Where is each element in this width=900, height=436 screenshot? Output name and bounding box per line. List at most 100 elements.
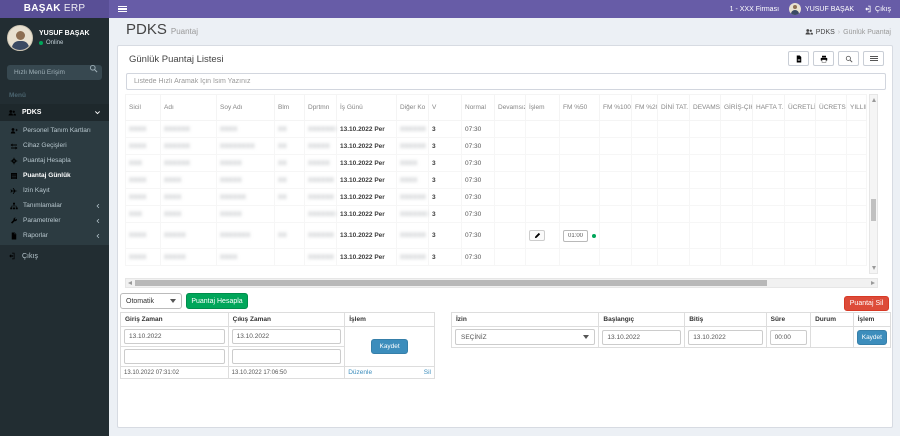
logged-entry-time: 13.10.2022 07:31:02 [120,366,229,379]
column-header[interactable]: V [428,94,462,121]
delete-timesheet-button[interactable]: Puantaj Sil [844,296,889,311]
column-header[interactable]: Sicil [125,94,161,121]
column-header[interactable]: Blm [274,94,305,121]
leave-duration-input[interactable] [769,329,808,345]
leave-start-input[interactable] [602,329,682,345]
sidebar-search-input[interactable] [7,65,102,80]
column-header[interactable]: ÜCRETSİZ [815,94,847,121]
company-label[interactable]: 1 - XXX Firması [730,6,779,13]
leave-end-input[interactable] [688,329,763,345]
table-quick-search-input[interactable] [126,73,886,90]
logo-bold: BAŞAK [23,3,61,14]
logout-icon [864,5,872,13]
table-row[interactable]: XXXX XXXX XXXXXX XX XXXXXX 13.10.2022 Per XXXX… [125,188,867,206]
chevron-left-icon [95,203,101,209]
exit-time-input-2[interactable] [231,349,342,364]
entry-time-input[interactable] [124,329,225,344]
panel-title: Günlük Puantaj Listesi [129,54,224,65]
navbar-logout-button[interactable]: Çıkış [864,5,891,13]
navbar-user[interactable]: YUSUF BAŞAK [789,3,854,15]
leave-type-select[interactable]: SEÇİNİZ [455,329,596,345]
save-leave-button[interactable]: Kaydet [856,329,887,345]
col-izin: İzin [450,312,600,327]
scroll-up-arrow[interactable] [872,98,876,102]
column-header[interactable]: Adı [160,94,217,121]
edit-link[interactable]: Düzenle [348,369,372,376]
search-icon[interactable] [89,64,98,73]
column-header[interactable]: HAFTA T. [752,94,785,121]
column-header[interactable]: DİNİ TAT. [657,94,690,121]
chevron-down-icon [94,109,101,116]
table-row[interactable]: XXXX XXXXX XXXXXXX XX XXXXXX 13.10.2022 Per XX… [125,222,867,249]
user-avatar [7,25,33,51]
column-header[interactable]: Dprtmn [304,94,337,121]
table-row[interactable]: XXXX XXXXX XXXX XXXXXX 13.10.2022 Per XXXXXX 3… [125,248,867,266]
column-header[interactable]: Normal [461,94,495,121]
column-header[interactable]: İş Günü [336,94,397,121]
overtime-50-input[interactable] [563,229,588,242]
exit-time-input[interactable] [231,329,342,344]
sidebar-item-pdks[interactable]: PDKS [0,104,109,121]
vertical-scrollbar[interactable] [869,94,878,274]
sidebar-item-raporlar[interactable]: Raporlar [0,228,109,243]
sidebar-item-cihaz-gecisleri[interactable]: Cihaz Geçişleri [0,138,109,153]
column-header[interactable]: Diğer Ko [396,94,429,121]
scroll-down-arrow[interactable] [872,266,876,270]
col-cikis-zaman: Çıkış Zaman [227,312,346,327]
col-baslangic: Başlangıç [598,312,686,327]
app-logo[interactable]: BAŞAK ERP [0,0,109,18]
search-button[interactable] [838,51,859,66]
leave-status-cell [810,326,854,348]
column-header[interactable]: GİRİŞ-ÇIK [720,94,753,121]
table-row[interactable]: XXXX XXXXXX XXXXXXXX XX XXXXX 13.10.2022 Per X… [125,137,867,155]
column-header[interactable]: FM %100 [599,94,632,121]
sidebar-item-logout[interactable]: Çıkış [0,248,109,264]
column-header[interactable]: FM %50 [559,94,600,121]
table-row[interactable]: XXXXXXXXXXXXXXXXXXXXX13.10.2022 PerXXXX3… [125,154,867,172]
horizontal-scrollbar[interactable] [125,278,878,288]
breadcrumb-pdks[interactable]: PDKS [816,29,835,36]
save-entry-button[interactable]: Kaydet [371,339,408,354]
sidebar-item-puantaj-hesapla[interactable]: Puantaj Hesapla [0,153,109,168]
horizontal-scroll-thumb[interactable] [135,280,767,286]
table-row[interactable]: XXXXXXXXXXXXXXXXXXXXX13.10.2022 PerXXXX3… [125,171,867,189]
column-header[interactable]: İşlem [525,94,560,121]
breadcrumb-current: Günlük Puantaj [843,28,891,36]
column-header[interactable]: FM %200 [631,94,658,121]
status-dot-icon [592,233,596,238]
scroll-left-arrow[interactable] [128,281,132,285]
print-button[interactable] [813,51,834,66]
export-button[interactable] [788,51,809,66]
entry-time-input-2[interactable] [124,349,225,364]
column-header[interactable]: Devamsız [494,94,526,121]
sidebar-toggle-button[interactable] [109,0,135,18]
col-sure: Süre [765,312,812,327]
column-header[interactable]: ÜCRETLİ [784,94,816,121]
table-row[interactable]: XXXX XXXXXX XXXX XX XXXXXXX 13.10.2022 Per XXX… [125,120,867,138]
vertical-scroll-thumb[interactable] [871,199,876,221]
top-navbar: 1 - XXX Firması YUSUF BAŞAK Çıkış [109,0,900,18]
column-header[interactable]: Soy Adı [216,94,275,121]
delete-link[interactable]: Sil [424,369,431,376]
edit-row-button[interactable] [529,230,545,241]
chevron-down-icon [583,335,590,339]
sidebar-item-tanimlamalar[interactable]: Tanımlamalar [0,198,109,213]
sidebar-item-puantaj-gunluk[interactable]: Puantaj Günlük [0,168,109,183]
logged-exit-time: 13.10.2022 17:06:50 [227,366,346,379]
scroll-right-arrow[interactable] [871,281,875,285]
mode-select[interactable]: Otomatik [120,293,182,309]
sidebar-item-personel-tanim-kartlari[interactable]: Personel Tanım Kartları [0,123,109,138]
sidebar-item-parametreler[interactable]: Parametreler [0,213,109,228]
sidebar-user-panel: YUSUF BAŞAK Online [0,18,109,57]
col-durum: Durum [810,312,854,327]
table-row[interactable]: XXX XXXX XXXXX XXXXXXX 13.10.2022 Per XXXXXXX… [125,205,867,223]
column-header[interactable]: DEVAMSIZ [689,94,721,121]
columns-button[interactable] [863,51,884,66]
col-bitis: Bitiş [684,312,767,327]
calculate-timesheet-button[interactable]: Puantaj Hesapla [186,293,248,309]
chevron-left-icon [95,233,101,239]
logo-light: ERP [63,3,86,14]
sidebar: BAŞAK ERP YUSUF BAŞAK Online Menü PDKS P… [0,0,109,436]
sidebar-item-izin-kayit[interactable]: İzin Kayıt [0,183,109,198]
column-header[interactable]: YILLIK [846,94,867,121]
